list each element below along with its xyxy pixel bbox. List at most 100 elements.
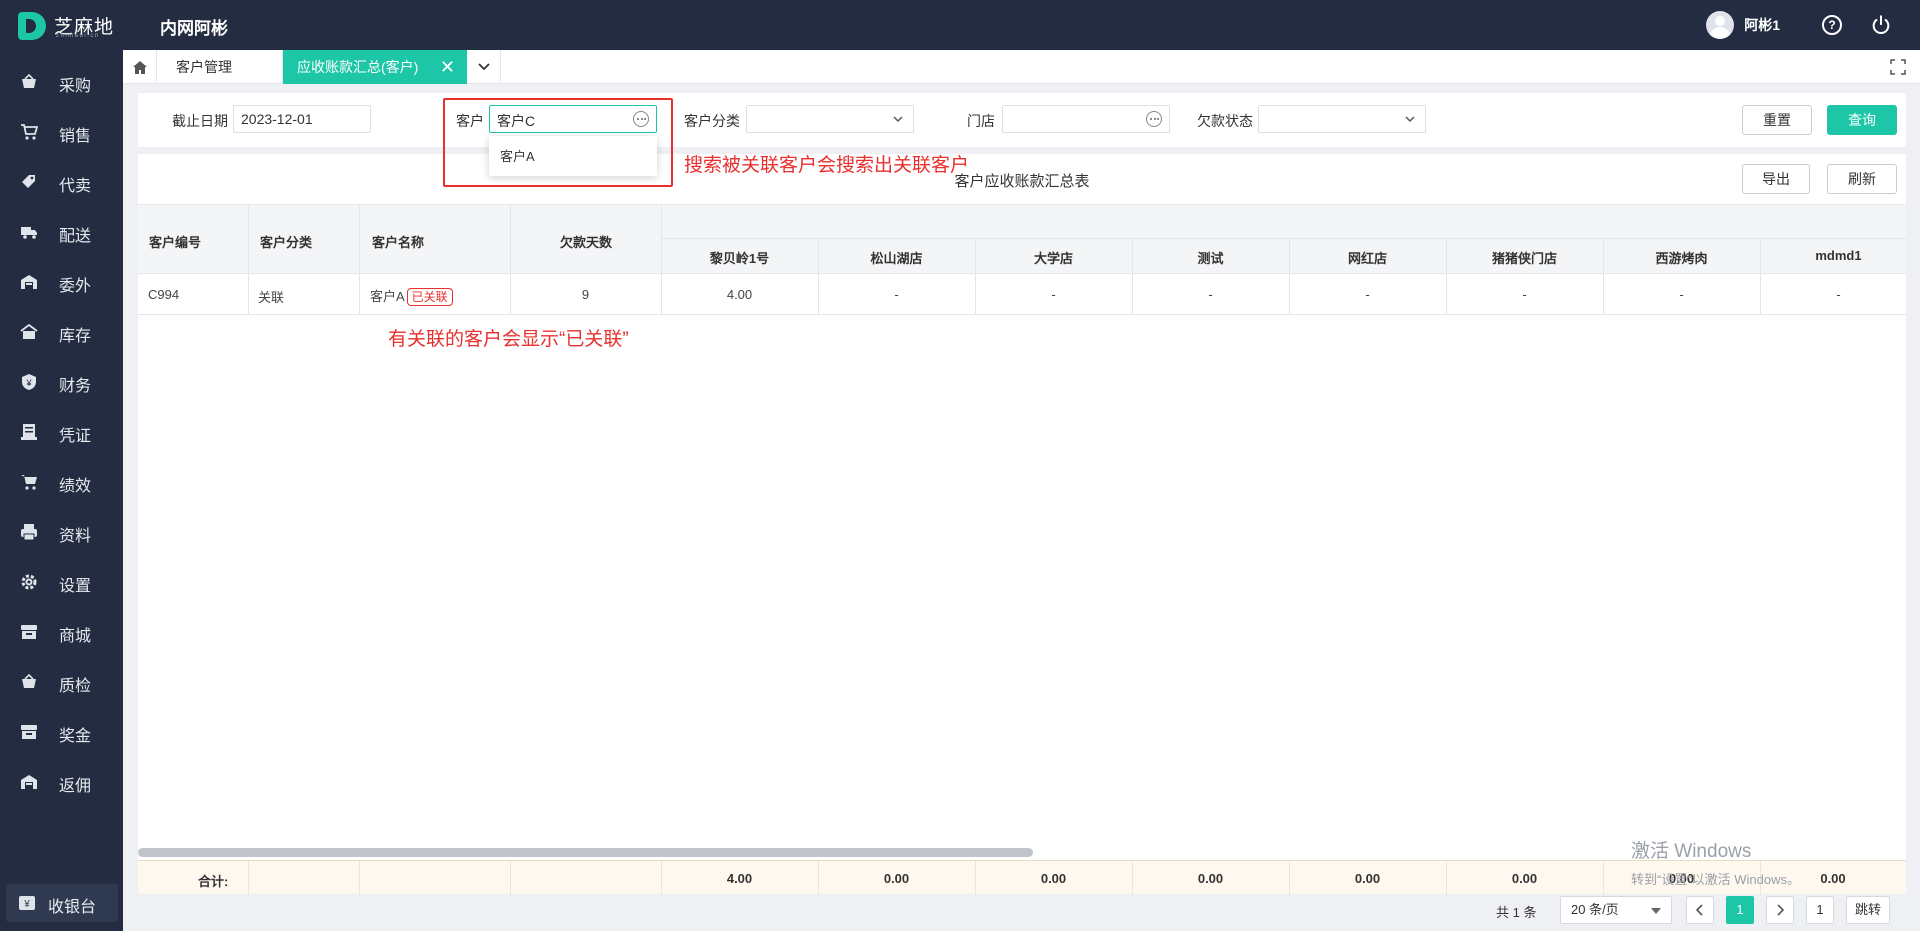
total-store-1: 4.00 [726,871,753,886]
chevron-down-icon [478,63,490,71]
header-store-6[interactable]: 猪猪侠门店 [1446,248,1603,267]
total-count: 共 1 条 [1496,905,1537,920]
sidebar-item-rebate[interactable]: 返佣 [0,762,123,802]
tab-receivables-summary[interactable]: 应收账款汇总(客户) ✕ [283,50,467,84]
sidebar-item-label: 设置 [59,578,92,595]
sidebar-item-inspection[interactable]: 质检 [0,662,123,702]
app-title: 内网阿彬 [160,19,228,38]
chevron-down-icon [1405,116,1415,123]
sidebar-item-sales[interactable]: 销售 [0,112,123,152]
gear-icon [21,574,37,590]
cart-icon [21,475,37,490]
linked-badge: 已关联 [406,288,453,306]
header-customer-category[interactable]: 客户分类 [260,232,312,251]
tab-dropdown[interactable] [467,50,501,84]
total-store-6: 0.00 [1511,871,1538,886]
chevron-right-icon [1777,904,1785,916]
sidebar-item-consignment[interactable]: 代卖 [0,162,123,202]
windows-activation-watermark: 激活 Windows 转到“设置”以激活 Windows。 [1631,836,1800,888]
cashier-label: 收银台 [48,899,97,916]
cashier-icon: ¥ [19,896,35,910]
sidebar-item-label: 库存 [59,328,92,345]
debt-status-label: 欠款状态 [1197,113,1253,129]
sidebar-item-performance[interactable]: 绩效 [0,462,123,502]
sidebar-item-mall[interactable]: 商城 [0,612,123,652]
page-size-select[interactable]: 20 条/页 [1560,896,1672,924]
tab-bar: 客户管理 应收账款汇总(客户) ✕ [123,50,1920,84]
user-menu[interactable]: 阿彬1 [1706,10,1780,40]
cell-store-4: - [1208,287,1213,302]
cutoff-date-label: 截止日期 [172,113,228,129]
close-icon[interactable]: ✕ [440,50,455,84]
header-store-8[interactable]: mdmd1 [1760,248,1917,263]
header-store-2[interactable]: 松山湖店 [818,248,975,267]
truck-icon [21,227,37,239]
sidebar-item-label: 质检 [59,678,92,695]
sidebar-item-voucher[interactable]: 凭证 [0,412,123,452]
sidebar-item-purchase[interactable]: 采购 [0,62,123,102]
tab-label: 应收账款汇总(客户) [297,59,419,75]
chevron-left-icon [1695,904,1703,916]
watermark-line1: 激活 Windows [1631,841,1752,862]
printer-icon [21,524,37,541]
cashier-button[interactable]: ¥ 收银台 [6,884,118,922]
total-store-3: 0.00 [1040,871,1067,886]
store-label: 门店 [967,113,995,129]
total-label: 合计: [198,874,229,889]
question-circle-icon[interactable]: ? [1822,15,1842,35]
filter-panel: 截止日期 2023-12-01 客户 客户C 客户分类 门店 欠款状态 重置 查… [138,93,1906,147]
store-input[interactable] [1002,105,1170,133]
header-debt-days[interactable]: 欠款天数 [560,232,612,251]
sidebar-item-label: 奖金 [59,728,92,745]
jump-page-input[interactable]: 1 [1806,896,1834,924]
power-icon[interactable] [1870,14,1892,36]
warehouse-icon [21,275,37,289]
sidebar-item-label: 返佣 [59,778,92,795]
cell-store-3: - [1051,287,1056,302]
fullscreen-icon[interactable] [1890,59,1906,75]
tab-customer-management[interactable]: 客户管理 [158,50,283,84]
header-customer-name[interactable]: 客户名称 [372,232,424,251]
annotation-search-note: 搜索被关联客户会搜索出关联客户 [684,155,970,176]
customer-name-text: 客户A [370,289,405,304]
sidebar-item-data[interactable]: 资料 [0,512,123,552]
refresh-button[interactable]: 刷新 [1827,164,1897,194]
cart-icon [21,124,38,140]
cell-store-2: - [894,287,899,302]
username: 阿彬1 [1744,17,1780,33]
caret-down-icon [1651,908,1661,914]
sidebar-item-outsourcing[interactable]: 委外 [0,262,123,302]
sidebar-item-finance[interactable]: ¥ 财务 [0,362,123,402]
header-store-1[interactable]: 黎贝岭1号 [661,248,818,267]
sidebar-item-settings[interactable]: 设置 [0,562,123,602]
total-store-5: 0.00 [1354,871,1381,886]
logo-mark-icon [18,12,46,40]
cell-store-8: - [1836,287,1841,302]
debt-status-select[interactable] [1258,105,1426,133]
cutoff-date-input[interactable]: 2023-12-01 [233,105,371,133]
cell-store-6: - [1522,287,1527,302]
jump-button[interactable]: 跳转 [1846,896,1890,924]
category-select[interactable] [746,105,914,133]
more-dots-icon[interactable] [1146,111,1162,127]
sidebar-item-label: 代卖 [59,178,92,195]
cell-store-1: 4.00 [726,287,753,302]
page-button-current[interactable]: 1 [1726,896,1754,924]
logo[interactable]: 芝麻地 zhimadi.cn [18,10,128,42]
header-store-5[interactable]: 网红店 [1289,248,1446,267]
query-button[interactable]: 查询 [1827,105,1897,135]
prev-page-button[interactable] [1686,896,1714,924]
next-page-button[interactable] [1766,896,1794,924]
sidebar-item-stock[interactable]: 库存 [0,312,123,352]
reset-button[interactable]: 重置 [1742,105,1812,135]
header-store-3[interactable]: 大学店 [975,248,1132,267]
export-button[interactable]: 导出 [1742,164,1810,194]
sidebar-item-delivery[interactable]: 配送 [0,212,123,252]
horizontal-scrollbar[interactable] [138,848,1033,857]
header-store-7[interactable]: 西游烤肉 [1603,248,1760,267]
header-customer-code[interactable]: 客户编号 [149,232,201,251]
header-store-4[interactable]: 测试 [1132,248,1289,267]
sidebar-item-bonus[interactable]: 奖金 [0,712,123,752]
tab-home[interactable] [123,50,157,84]
sidebar-item-label: 凭证 [59,428,92,445]
